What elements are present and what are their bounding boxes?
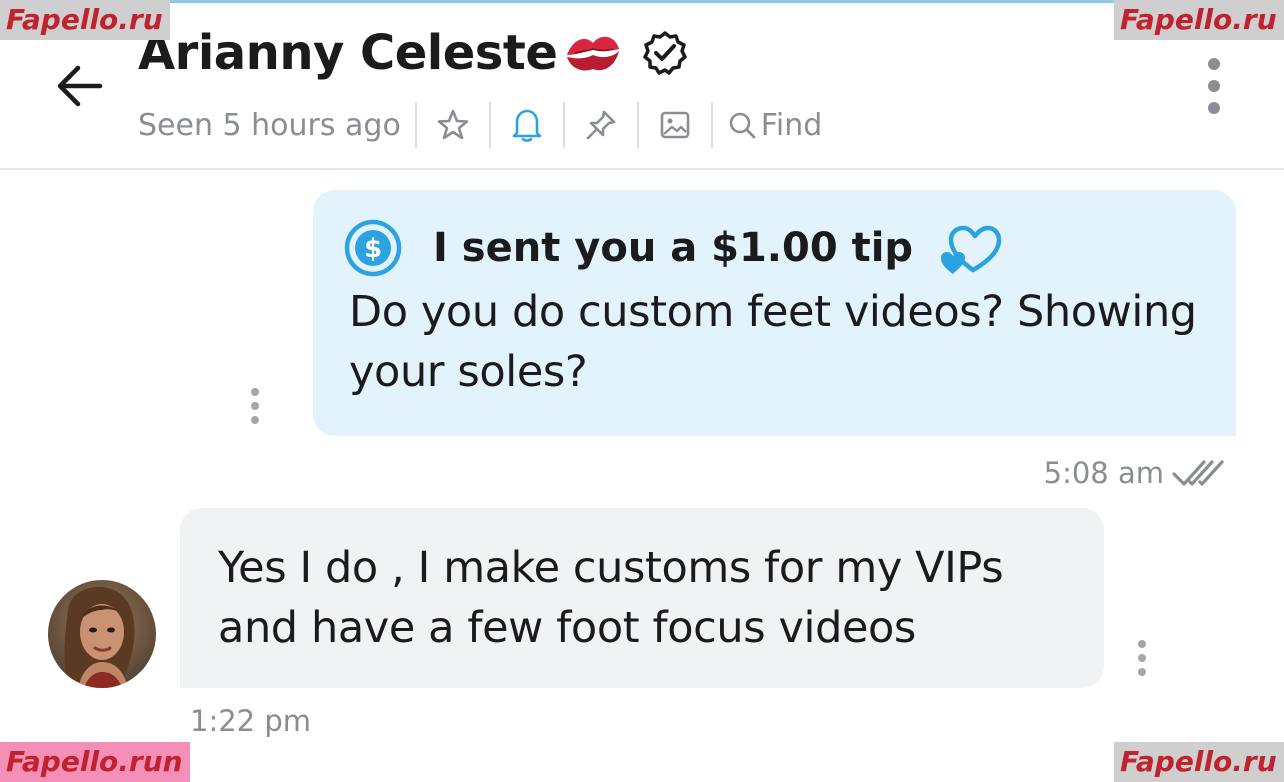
find-button[interactable]: Find <box>727 108 822 143</box>
arrow-left-icon <box>57 65 103 107</box>
find-label: Find <box>760 107 823 143</box>
image-icon <box>660 111 690 139</box>
top-accent-line <box>170 0 1114 3</box>
watermark: Fapello.ru <box>1114 742 1284 782</box>
sent-message-options-button[interactable] <box>247 388 263 424</box>
contact-name[interactable]: Arianny Celeste <box>138 25 558 81</box>
more-vertical-icon <box>251 402 259 410</box>
star-icon <box>437 109 469 140</box>
tip-row: $ I sent you a $1.00 tip <box>343 218 1005 278</box>
more-vertical-icon <box>251 388 259 396</box>
more-vertical-icon <box>251 416 259 424</box>
divider <box>414 102 417 148</box>
more-vertical-icon <box>1138 654 1146 662</box>
tip-amount-text: I sent you a $1.00 tip <box>433 225 914 271</box>
favorite-button[interactable] <box>431 103 475 147</box>
received-message-text: Yes I do , I make customs for my VIPs an… <box>218 543 1004 653</box>
back-button[interactable] <box>50 56 110 116</box>
header-toolbar: Seen 5 hours ago Find <box>138 100 822 150</box>
sent-message-bubble[interactable]: $ I sent you a $1.00 tip Do you do custo… <box>313 190 1236 436</box>
dollar-circle-icon: $ <box>344 219 402 277</box>
sent-message-text: Do you do custom feet videos? Showing yo… <box>349 287 1197 397</box>
avatar-image <box>48 580 156 688</box>
search-icon <box>729 112 756 139</box>
divider <box>636 102 639 148</box>
received-message-options-button[interactable] <box>1134 640 1150 676</box>
watermark: Fapello.ru <box>0 0 170 40</box>
bell-icon <box>512 109 542 142</box>
avatar[interactable] <box>48 580 156 688</box>
chat-header: Arianny Celeste Seen 5 hours ago Find <box>0 0 1284 170</box>
notifications-button[interactable] <box>505 103 549 147</box>
sent-message-meta: 5:08 am <box>1044 452 1228 494</box>
more-vertical-icon <box>1138 668 1146 676</box>
divider <box>488 102 491 148</box>
verified-badge-icon <box>643 31 688 75</box>
divider <box>562 102 565 148</box>
watermark: Fapello.run <box>0 742 190 782</box>
more-vertical-icon <box>1208 80 1220 92</box>
sent-message-time: 5:08 am <box>1043 456 1164 490</box>
more-vertical-icon <box>1208 102 1220 114</box>
last-seen-status: Seen 5 hours ago <box>138 107 401 143</box>
previous-message-fragment <box>300 166 530 174</box>
title-row: Arianny Celeste <box>138 22 689 84</box>
received-message-time: 1:22 pm <box>190 704 311 738</box>
received-message-bubble[interactable]: Yes I do , I make customs for my VIPs an… <box>180 508 1104 688</box>
more-vertical-icon <box>1138 640 1146 648</box>
media-button[interactable] <box>653 103 697 147</box>
divider <box>710 102 713 148</box>
svg-text:$: $ <box>364 234 382 264</box>
more-vertical-icon <box>1208 58 1220 70</box>
chat-screen: Arianny Celeste Seen 5 hours ago Find $ … <box>0 0 1284 782</box>
double-check-icon <box>1172 460 1224 486</box>
hearts-icon <box>941 225 1002 274</box>
kiss-mark-icon <box>567 36 620 71</box>
pin-icon <box>586 110 616 140</box>
more-options-button[interactable] <box>1196 58 1232 114</box>
pin-button[interactable] <box>579 103 623 147</box>
watermark: Fapello.ru <box>1114 0 1284 40</box>
